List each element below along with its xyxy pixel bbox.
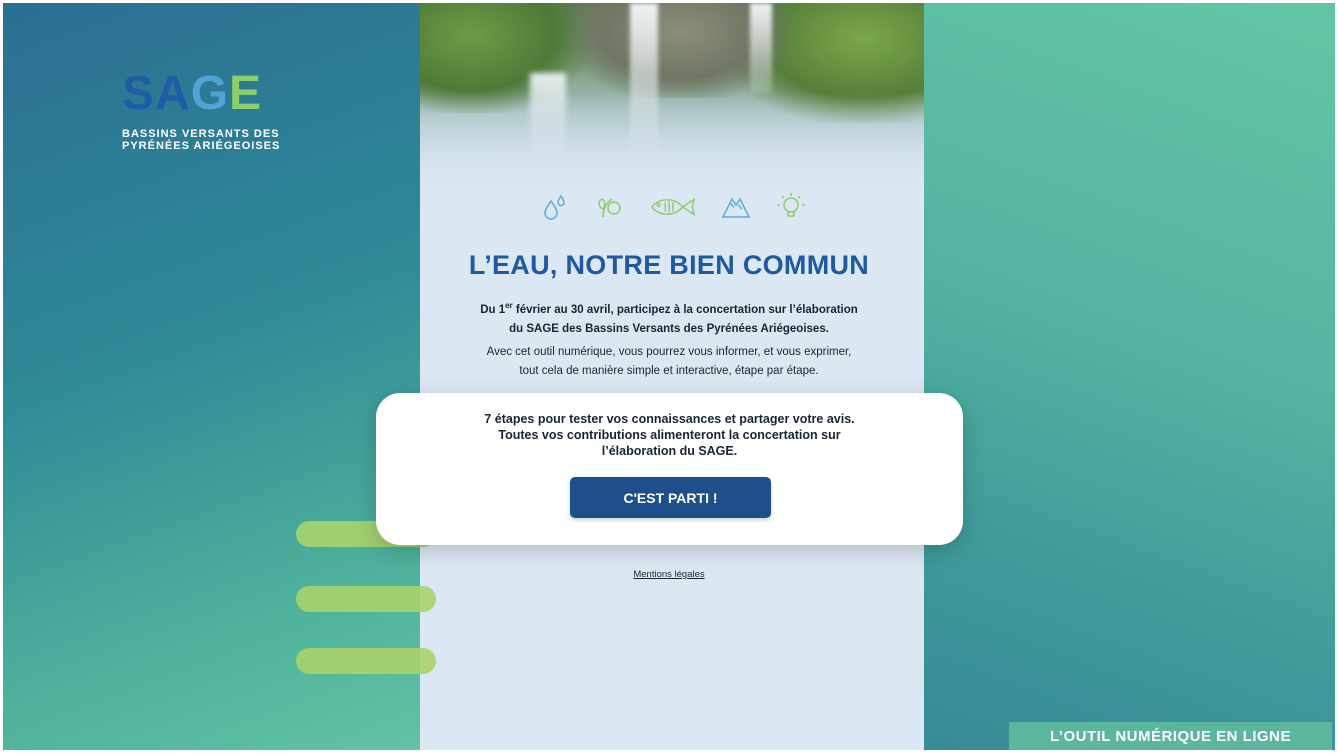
intro-text: Du 1er février au 30 avril, participez à… xyxy=(480,301,858,335)
plant-leaves-icon xyxy=(593,189,628,225)
decorative-stroke xyxy=(296,586,436,612)
logo-wordmark: SAGE xyxy=(122,67,263,120)
sage-logo[interactable]: SAGE BASSINS VERSANTS DES PYRÉNÉES ARIÉG… xyxy=(122,67,312,153)
waterfall-hero-image xyxy=(420,3,924,193)
start-card: 7 étapes pour tester vos connaissances e… xyxy=(376,393,963,545)
theme-icons-row xyxy=(538,189,808,225)
fish-icon xyxy=(648,189,698,225)
logo-subtitle: BASSINS VERSANTS DES PYRÉNÉES ARIÉGEOISE… xyxy=(122,128,281,152)
card-text: 7 étapes pour tester vos connaissances e… xyxy=(484,412,855,458)
water-drops-icon xyxy=(538,189,573,225)
start-button[interactable]: C'EST PARTI ! xyxy=(570,477,771,518)
decorative-stroke xyxy=(296,648,436,674)
mountain-icon xyxy=(718,189,753,225)
right-background xyxy=(921,3,1335,750)
legal-mentions-link[interactable]: Mentions légales xyxy=(417,569,921,580)
page-title: L’EAU, NOTRE BIEN COMMUN xyxy=(468,250,870,280)
online-tool-banner: L’OUTIL NUMÉRIQUE EN LIGNE xyxy=(1009,722,1332,750)
lightbulb-icon xyxy=(773,189,808,225)
description-text: Avec cet outil numérique, vous pourrez v… xyxy=(486,346,852,377)
